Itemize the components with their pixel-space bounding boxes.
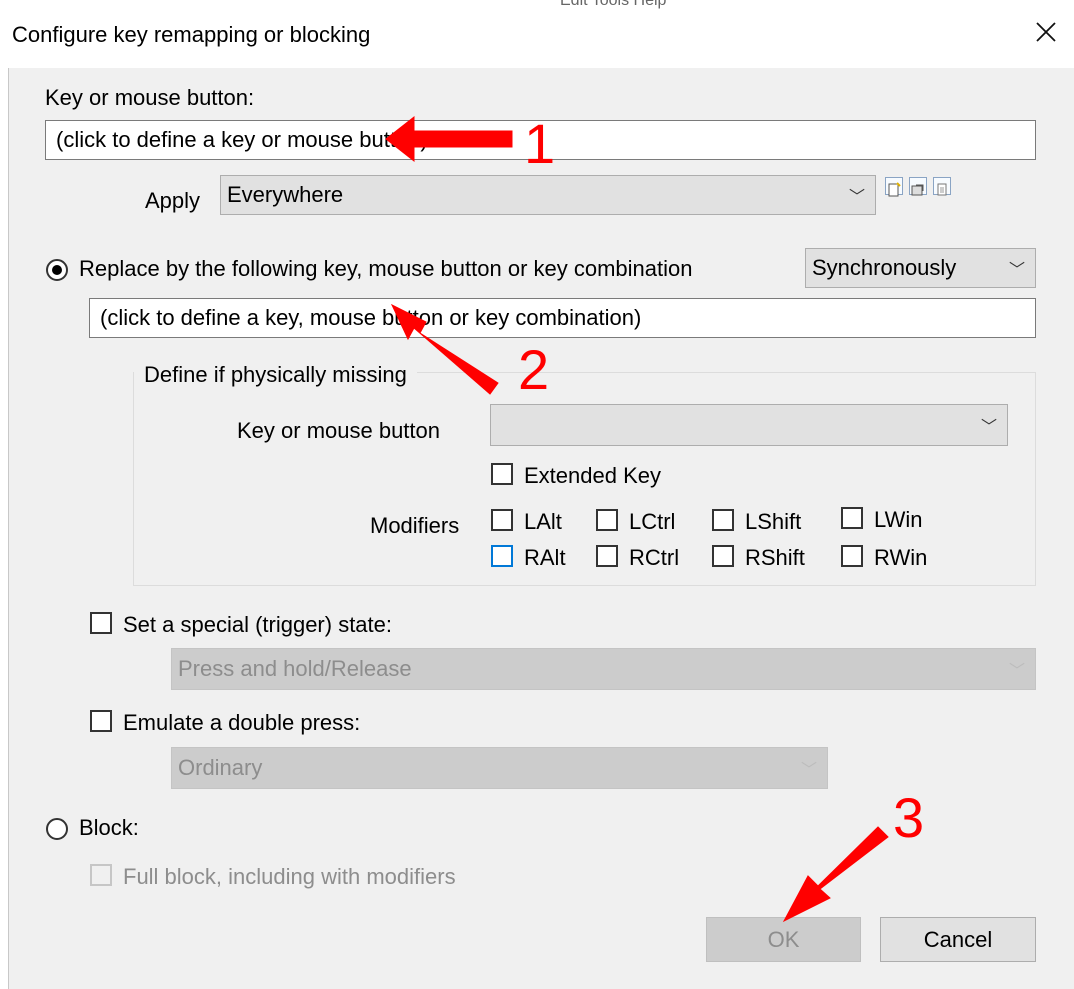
annotation-arrow-1: [385, 115, 513, 163]
annotation-number-1: 1: [524, 112, 556, 175]
annotation-arrow-3: [782, 826, 889, 923]
annotation-number-3: 3: [893, 786, 925, 849]
annotation-arrow-2: [390, 303, 499, 395]
annotation-number-2: 2: [518, 338, 550, 401]
